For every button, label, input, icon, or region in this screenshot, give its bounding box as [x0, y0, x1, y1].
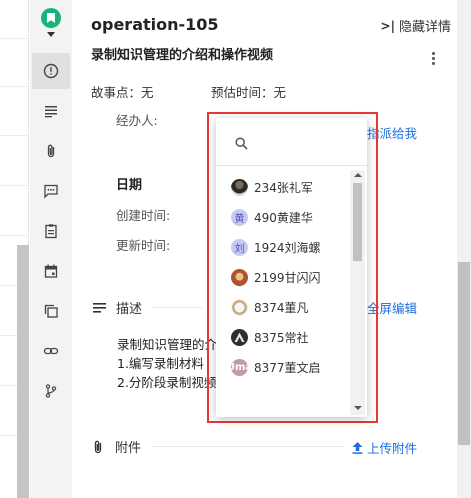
dropdown-search	[216, 118, 367, 166]
row-divider	[0, 185, 29, 186]
row-divider	[0, 38, 29, 39]
issue-key-title: operation-105	[91, 15, 219, 34]
list-icon[interactable]	[32, 93, 70, 129]
user-option-label: 8375常社	[254, 330, 309, 345]
assignee-dropdown: 234张礼军 黄 490黄建华 刘 1924刘海螺 2199甘闪闪 8374董凡…	[216, 118, 367, 417]
avatar: 黄	[231, 208, 248, 226]
dropdown-scrollbar-thumb[interactable]	[353, 183, 362, 261]
hide-details-button[interactable]: >| 隐藏详情	[380, 16, 451, 36]
info-icon[interactable]	[32, 53, 70, 89]
attachment-icon[interactable]	[32, 133, 70, 169]
bookmark-logo-icon[interactable]	[41, 8, 61, 28]
user-search-input[interactable]	[254, 132, 354, 152]
user-option[interactable]: Uma 8377董文启	[216, 352, 351, 382]
description-icon	[93, 302, 106, 313]
row-divider	[0, 86, 29, 87]
branch-icon[interactable]	[32, 373, 70, 409]
story-points-field[interactable]: 故事点：无	[91, 82, 154, 101]
hide-details-label: 隐藏详情	[398, 20, 451, 35]
upload-attachment-button[interactable]: 上传附件	[352, 438, 417, 457]
panel-scrollbar-thumb[interactable]	[458, 262, 470, 445]
assignee-label: 经办人:	[116, 113, 158, 128]
avatar: 刘	[231, 238, 248, 256]
attachment-icon	[94, 440, 102, 453]
upload-attachment-label: 上传附件	[367, 441, 418, 456]
panel-scrollbar[interactable]	[457, 0, 471, 498]
background-list-strip	[0, 0, 29, 498]
user-option[interactable]: 刘 1924刘海螺	[216, 232, 351, 262]
comment-icon[interactable]	[32, 173, 70, 209]
dates-section-title: 日期	[116, 178, 143, 193]
avatar	[231, 268, 248, 286]
user-option[interactable]: 234张礼军	[216, 172, 351, 202]
scroll-down-icon[interactable]	[354, 406, 362, 410]
background-scrollbar[interactable]	[17, 245, 29, 498]
row-divider	[0, 235, 29, 236]
avatar: Uma	[231, 358, 248, 376]
avatar	[231, 328, 248, 346]
created-time-label: 创建时间:	[116, 208, 171, 223]
calendar-icon[interactable]	[32, 253, 70, 289]
user-option[interactable]: 2199甘闪闪	[216, 262, 351, 292]
issue-summary[interactable]: 录制知识管理的介绍和操作视频	[91, 44, 273, 63]
user-list: 234张礼军 黄 490黄建华 刘 1924刘海螺 2199甘闪闪 8374董凡…	[216, 172, 351, 382]
estimated-time-field[interactable]: 预估时间：无	[211, 82, 286, 101]
user-option-label: 1924刘海螺	[254, 240, 321, 255]
clipboard-icon[interactable]	[32, 213, 70, 249]
scroll-up-icon[interactable]	[354, 173, 362, 177]
more-vertical-icon[interactable]	[431, 52, 435, 65]
description-title: 描述	[116, 302, 143, 317]
updated-time-label: 更新时间:	[116, 238, 171, 253]
link-icon[interactable]	[32, 333, 70, 369]
user-option-label: 8377董文启	[254, 360, 321, 375]
copy-icon[interactable]	[32, 293, 70, 329]
user-option-label: 8374董凡	[254, 300, 309, 315]
row-divider	[0, 135, 29, 136]
attachments-title: 附件	[115, 441, 142, 456]
user-option[interactable]: 黄 490黄建华	[216, 202, 351, 232]
attachments-header: 附件	[93, 437, 344, 456]
search-icon	[235, 137, 248, 150]
user-option[interactable]: 8375常社	[216, 322, 351, 352]
user-option-label: 234张礼军	[254, 180, 313, 195]
dropdown-scrollbar[interactable]	[350, 170, 365, 415]
avatar	[231, 298, 248, 316]
detail-icon-rail	[30, 0, 72, 498]
upload-icon	[352, 441, 363, 454]
description-header: 描述	[93, 298, 203, 317]
user-option[interactable]: 8374董凡	[216, 292, 351, 322]
user-option-label: 2199甘闪闪	[254, 270, 321, 285]
avatar	[231, 178, 248, 196]
collapse-right-icon: >|	[380, 18, 395, 33]
divider	[153, 446, 344, 447]
user-option-label: 490黄建华	[254, 210, 313, 225]
chevron-down-icon[interactable]	[47, 32, 55, 37]
divider	[152, 307, 203, 308]
